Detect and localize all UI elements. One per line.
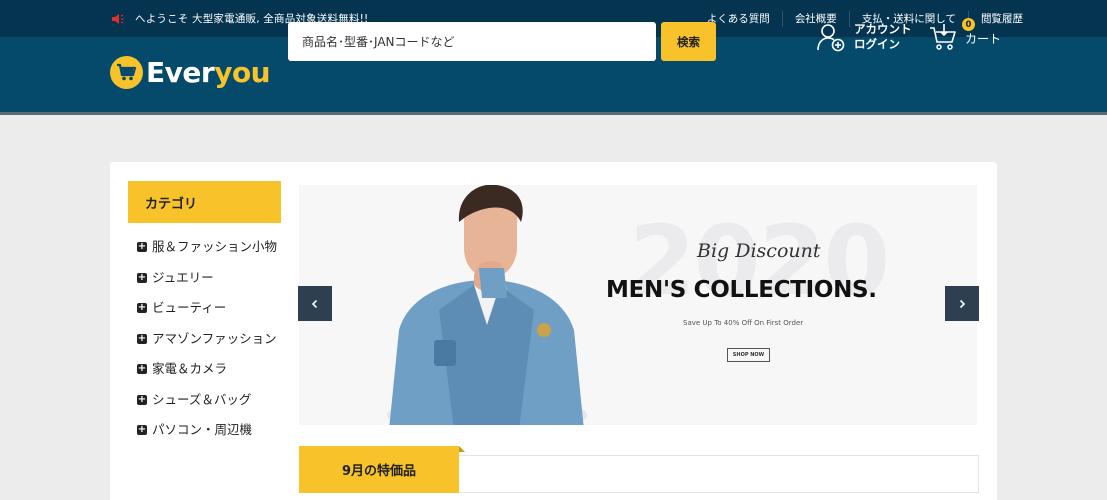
- hero-banner[interactable]: 2020 Big Discount MEN'S COLLECTIONS. Sav…: [299, 185, 977, 425]
- account-login-button[interactable]: アカウント ログイン: [816, 22, 912, 52]
- banner-model-image: [387, 185, 587, 425]
- category-item-amazon-fashion[interactable]: + アマゾンファッション: [137, 324, 282, 355]
- logo[interactable]: Ever you: [110, 54, 271, 90]
- category-item-shoes-bags[interactable]: + シューズ＆バッグ: [137, 385, 282, 416]
- plus-icon: +: [137, 363, 147, 374]
- chevron-left-icon: [311, 299, 318, 308]
- logo-text-you: you: [214, 55, 271, 89]
- login-label: ログイン: [854, 37, 900, 51]
- search-button[interactable]: 検索: [661, 22, 716, 61]
- shop-now-button[interactable]: SHOP NOW: [727, 348, 770, 362]
- slider-next-button[interactable]: [945, 286, 979, 321]
- category-item-electronics-camera[interactable]: + 家電＆カメラ: [137, 354, 282, 385]
- plus-icon: +: [137, 241, 147, 252]
- banner-title: MEN'S COLLECTIONS.: [606, 277, 877, 303]
- plus-icon: +: [137, 332, 147, 344]
- search-input[interactable]: [288, 22, 656, 61]
- user-add-icon: [817, 24, 845, 52]
- category-item-jewelry[interactable]: + ジュエリー: [137, 263, 282, 294]
- cart-icon: [930, 24, 956, 50]
- cart-label: カート: [965, 31, 1002, 46]
- banner-tagline: Big Discount: [697, 240, 821, 262]
- category-item-fashion[interactable]: + 服＆ファッション小物: [137, 232, 282, 263]
- logo-text-ever: Ever: [146, 55, 215, 89]
- category-item-pc-peripherals[interactable]: + パソコン・周辺機: [137, 415, 282, 446]
- chevron-right-icon: [959, 299, 966, 308]
- plus-icon: +: [137, 424, 147, 435]
- category-heading: カテゴリ: [128, 181, 281, 223]
- category-item-beauty[interactable]: + ビューティー: [137, 293, 282, 324]
- category-list: + 服＆ファッション小物 + ジュエリー + ビューティー + アマゾンファッション +…: [137, 232, 282, 446]
- slider-prev-button[interactable]: [298, 286, 332, 321]
- plus-icon: +: [137, 302, 147, 313]
- logo-cart-icon: [110, 55, 143, 89]
- specials-heading: 9月の特価品: [299, 446, 459, 493]
- speaker-icon: [112, 13, 124, 24]
- banner-subtitle: Save Up To 40% Off On First Order: [683, 319, 804, 327]
- cart-button[interactable]: 0 カート: [929, 18, 1002, 52]
- cart-count-badge: 0: [962, 18, 975, 31]
- plus-icon: +: [137, 271, 147, 283]
- account-label: アカウント: [854, 22, 912, 36]
- specials-tab-fold: [459, 446, 465, 452]
- plus-icon: +: [137, 393, 147, 405]
